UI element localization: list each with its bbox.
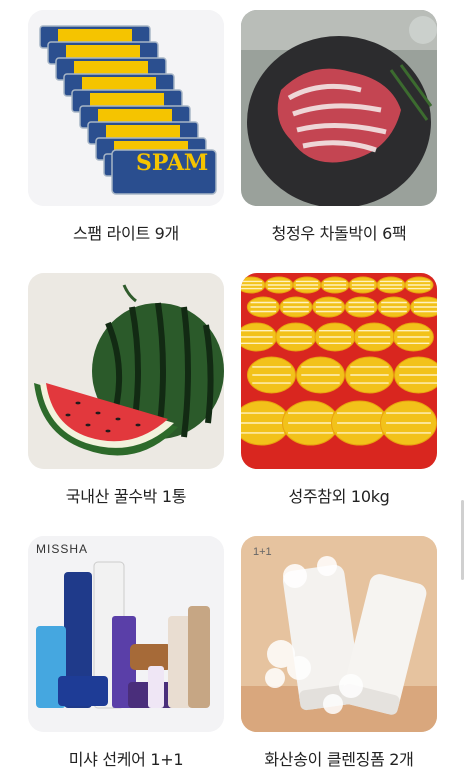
spam-logo: SPAM bbox=[136, 150, 208, 176]
product-title[interactable]: 국내산 꿀수박 1통 bbox=[28, 483, 224, 507]
product-card-cleansing-foam[interactable]: 1+1 화산송이 클렌징폼 2개 bbox=[241, 536, 437, 769]
product-card-korean-melon[interactable]: 성주참외 10kg bbox=[241, 273, 437, 506]
product-card-beef[interactable]: 청정우 차돌박이 6팩 bbox=[241, 10, 437, 243]
product-card-watermelon[interactable]: 국내산 꿀수박 1통 bbox=[28, 273, 224, 506]
product-card-missha[interactable]: MISSHA 미샤 선케어 1+1 bbox=[28, 536, 224, 769]
spam-cans-image[interactable]: SPAM bbox=[28, 10, 224, 206]
cleansing-foam-image[interactable]: 1+1 bbox=[241, 536, 437, 732]
watermelon-image[interactable] bbox=[28, 273, 224, 469]
product-card-spam[interactable]: SPAM 스팸 라이트 9개 bbox=[28, 10, 224, 243]
product-title[interactable]: 화산송이 클렌징폼 2개 bbox=[241, 746, 437, 770]
missha-brand-label: MISSHA bbox=[36, 542, 89, 556]
product-title[interactable]: 성주참외 10kg bbox=[241, 483, 437, 507]
product-title[interactable]: 스팸 라이트 9개 bbox=[28, 220, 224, 244]
beef-brisket-image[interactable] bbox=[241, 10, 437, 206]
bundle-badge: 1+1 bbox=[253, 546, 272, 558]
missha-skincare-image[interactable]: MISSHA bbox=[28, 536, 224, 732]
product-title[interactable]: 청정우 차돌박이 6팩 bbox=[241, 220, 437, 244]
korean-melon-image[interactable] bbox=[241, 273, 437, 469]
scrollbar[interactable] bbox=[461, 500, 464, 580]
product-title[interactable]: 미샤 선케어 1+1 bbox=[28, 746, 224, 770]
